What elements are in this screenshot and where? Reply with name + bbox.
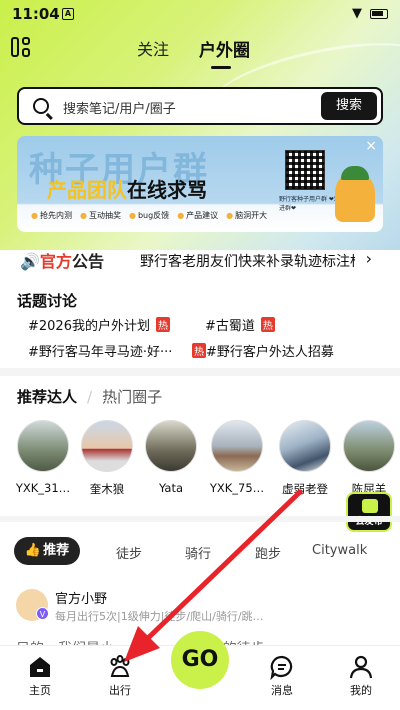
talent-item[interactable]: YXK_75… (208, 420, 266, 495)
feed-tab-hiking[interactable]: 徒步 (116, 543, 142, 562)
post-author-desc: 每月出行5次|1级伸力|徒步/爬山/骑行/跳… (55, 610, 264, 623)
top-nav: 关注 户外圈 (0, 32, 400, 69)
mascot-image (335, 166, 375, 222)
status-time: 11:04 (12, 5, 60, 23)
post-author[interactable]: 官方小野 (55, 588, 107, 607)
paw-icon (90, 654, 150, 682)
avatar (145, 420, 197, 472)
battery-icon (370, 9, 388, 19)
banner-features: 抢先内测 互动抽奖 bug反馈 产品建议 脑洞开大 (31, 210, 267, 221)
feed-tabs: 👍 推荐 徒步 骑行 跑步 Citywalk (0, 537, 400, 567)
notification-icon: A (62, 8, 74, 20)
publish-button[interactable]: 去发布 (346, 492, 392, 532)
talent-tabs: 推荐达人 / 热门圈子 (17, 388, 163, 406)
home-icon (10, 654, 70, 682)
thumbs-up-icon: 👍 (24, 543, 42, 558)
camera-icon (362, 499, 378, 513)
search-bar[interactable]: 搜索笔记/用户/圈子 搜索 (17, 87, 383, 125)
search-input[interactable]: 搜索笔记/用户/圈子 (63, 98, 176, 117)
banner-close-icon[interactable]: × (365, 138, 377, 154)
talent-item[interactable]: 虚弱老登 (276, 420, 334, 497)
search-button[interactable]: 搜索 (321, 92, 377, 120)
user-icon (331, 654, 391, 682)
wifi-icon: ▼ (352, 6, 362, 21)
announcement-text: 野行客老朋友们快来补录轨迹标注标 (140, 254, 355, 270)
chevron-right-icon: › (365, 249, 372, 268)
nav-home[interactable]: 主页 (10, 654, 70, 698)
qr-code (285, 150, 325, 190)
feed-tab-citywalk[interactable]: Citywalk (312, 543, 367, 558)
tab-hot-circles[interactable]: 热门圈子 (102, 388, 162, 406)
announcement-label: 🔊官方公告 (20, 248, 108, 275)
talent-item[interactable]: YXK_31… (14, 420, 72, 495)
feed-tab-running[interactable]: 跑步 (255, 543, 281, 562)
promo-banner[interactable]: 种子用户群 产品团队在线求骂 野行客种子用户群 ❤欢迎进群❤ 抢先内测 互动抽奖… (17, 136, 383, 232)
menu-icon[interactable] (10, 36, 32, 58)
talent-list: YXK_31… 奎木狼 Yata YXK_75… 虚弱老登 陈屈羊 (0, 420, 400, 497)
banner-subtitle: 产品团队在线求骂 (47, 178, 207, 202)
nav-travel[interactable]: 出行 (90, 654, 150, 698)
topic-item[interactable]: #古蜀道热 (205, 315, 275, 334)
announcement-bar[interactable]: 🔊官方公告 野行客老朋友们快来补录轨迹标注标 › (0, 248, 400, 275)
topics-title: 话题讨论 (17, 292, 78, 310)
tab-recommended-talent[interactable]: 推荐达人 (17, 388, 77, 406)
status-bar: 11:04 A ▼ (0, 0, 400, 28)
talent-item[interactable]: 陈屈羊 (340, 420, 398, 497)
nav-messages[interactable]: 消息 (252, 654, 312, 698)
topic-item[interactable]: #2026我的户外计划热 (28, 315, 170, 334)
verified-badge: V (36, 607, 49, 620)
chat-icon (252, 654, 312, 682)
feed-tab-recommend[interactable]: 👍 推荐 (14, 537, 80, 565)
topic-item[interactable]: 热 #野行客户外达人招募 (192, 341, 334, 360)
talent-item[interactable]: 奎木狼 (78, 420, 136, 497)
avatar (279, 420, 331, 472)
feed-tab-cycling[interactable]: 骑行 (185, 543, 211, 562)
talent-item[interactable]: Yata (142, 420, 200, 495)
tab-follow[interactable]: 关注 (137, 36, 169, 60)
section-divider (0, 516, 400, 522)
avatar (81, 420, 133, 472)
search-icon (33, 98, 49, 114)
avatar (17, 420, 69, 472)
carousel-indicator (193, 225, 207, 228)
tab-outdoor-circle[interactable]: 户外圈 (199, 36, 250, 69)
avatar (211, 420, 263, 472)
go-button[interactable]: GO (171, 631, 229, 689)
section-divider (0, 368, 400, 376)
avatar (343, 420, 395, 472)
nav-profile[interactable]: 我的 (331, 654, 391, 698)
topic-item[interactable]: #野行客马年寻马迹·好··· (28, 341, 172, 360)
